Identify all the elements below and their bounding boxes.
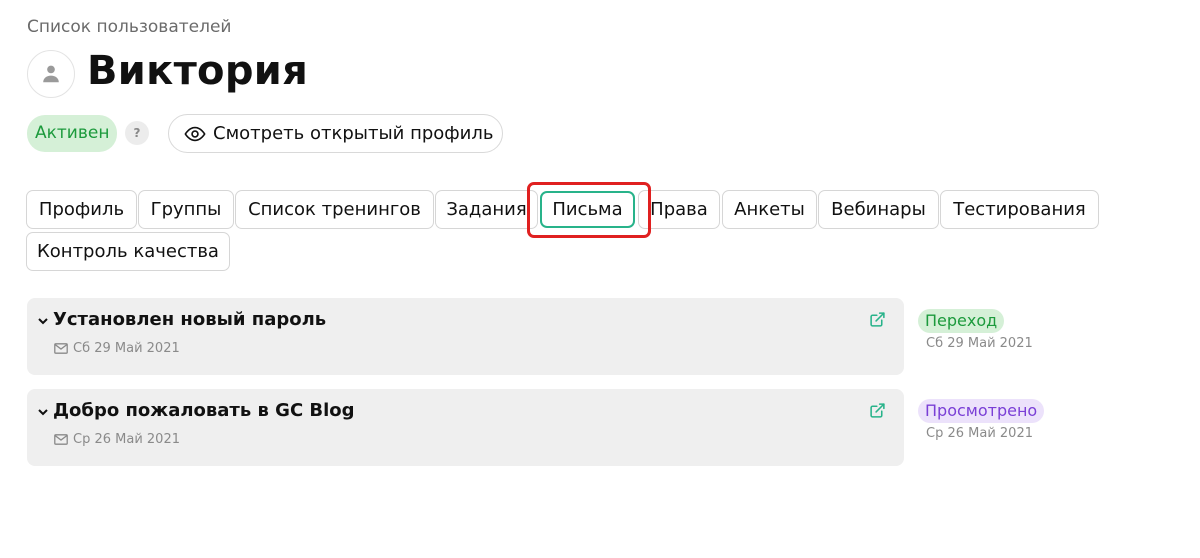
status-badge: Активен — [27, 115, 118, 152]
view-profile-label: Смотреть открытый профиль — [213, 123, 494, 144]
tab-rights[interactable]: Права — [638, 190, 720, 229]
chevron-down-icon[interactable] — [37, 406, 49, 418]
message-card[interactable]: Добро пожаловать в GC Blog Ср 26 Май 202… — [27, 389, 904, 466]
view-profile-button[interactable]: Смотреть открытый профиль — [168, 114, 503, 153]
external-link-icon[interactable] — [869, 311, 886, 328]
chevron-down-icon[interactable] — [37, 315, 49, 327]
event-date: Сб 29 Май 2021 — [926, 336, 1033, 351]
tab-surveys[interactable]: Анкеты — [722, 190, 817, 229]
external-link-icon[interactable] — [869, 402, 886, 419]
tab-webinars[interactable]: Вебинары — [818, 190, 939, 229]
avatar — [27, 50, 75, 98]
breadcrumb[interactable]: Список пользователей — [27, 17, 231, 37]
page-title: Виктория — [87, 48, 309, 94]
tab-tests[interactable]: Тестирования — [940, 190, 1099, 229]
message-title[interactable]: Установлен новый пароль — [53, 309, 326, 330]
tab-groups[interactable]: Группы — [138, 190, 234, 229]
tab-quality-control[interactable]: Контроль качества — [26, 232, 230, 271]
message-card[interactable]: Установлен новый пароль Сб 29 Май 2021 — [27, 298, 904, 375]
tab-letters[interactable]: Письма — [540, 191, 635, 228]
tab-trainings[interactable]: Список тренингов — [235, 190, 434, 229]
eye-icon — [184, 126, 206, 141]
tab-profile[interactable]: Профиль — [26, 190, 137, 229]
tab-tasks[interactable]: Задания — [435, 190, 538, 229]
person-icon — [43, 65, 59, 83]
message-meta: Сб 29 Май 2021 — [54, 341, 180, 356]
event-date: Ср 26 Май 2021 — [926, 426, 1033, 441]
message-date: Сб 29 Май 2021 — [73, 341, 180, 356]
event-badge-viewed: Просмотрено — [918, 399, 1045, 423]
message-title[interactable]: Добро пожаловать в GC Blog — [53, 400, 355, 421]
help-icon[interactable]: ? — [125, 121, 149, 145]
message-meta: Ср 26 Май 2021 — [54, 432, 180, 447]
mail-icon — [54, 343, 68, 354]
event-badge-clicked: Переход — [918, 309, 1005, 333]
mail-icon — [54, 434, 68, 445]
message-date: Ср 26 Май 2021 — [73, 432, 180, 447]
